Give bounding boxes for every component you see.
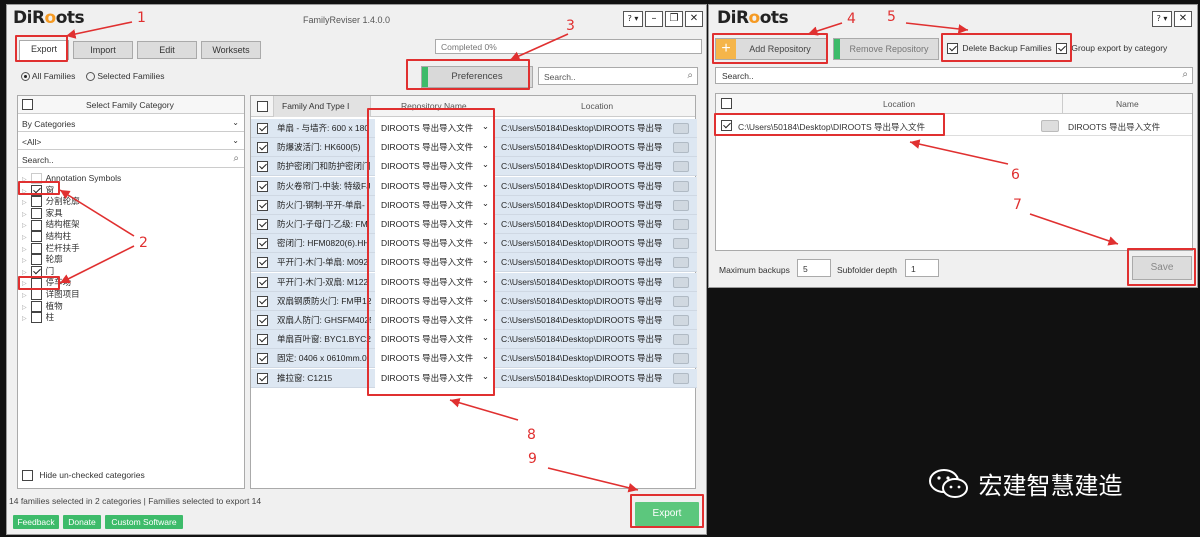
annotation-number-8: 8: [527, 427, 536, 443]
annotation-number-2: 2: [139, 235, 148, 251]
annotation-number-3: 3: [566, 18, 575, 34]
annotation-arrows: [59, 21, 1119, 493]
annotation-number-4: 4: [847, 11, 856, 27]
annotation-number-6: 6: [1011, 167, 1020, 183]
annotation-number-5: 5: [887, 9, 896, 25]
annotation-number-7: 7: [1013, 197, 1022, 213]
annotation-number-9: 9: [528, 451, 537, 467]
annotation-number-1: 1: [137, 10, 146, 26]
